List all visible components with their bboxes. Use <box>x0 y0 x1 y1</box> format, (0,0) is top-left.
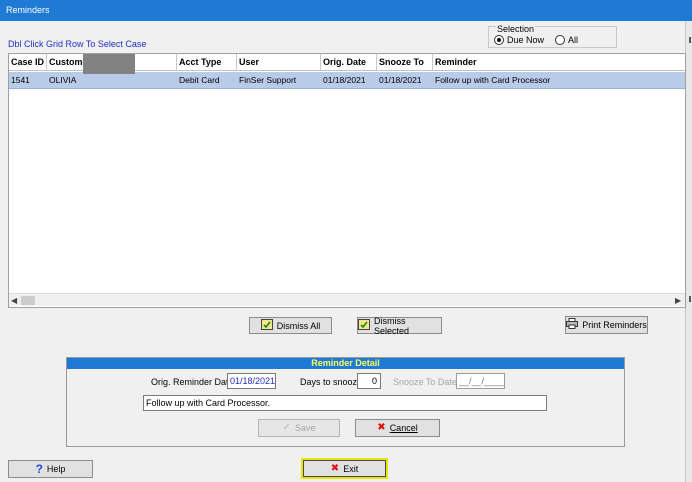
column-header-orig-date[interactable]: Orig. Date <box>321 54 377 71</box>
radio-due-now[interactable]: Due Now <box>494 35 544 45</box>
scroll-right-icon[interactable]: ▶ <box>675 296 681 305</box>
print-reminders-button[interactable]: Print Reminders <box>565 316 648 334</box>
exit-label: Exit <box>343 463 359 474</box>
cell-user: FinSer Support <box>239 75 297 85</box>
snooze-to-date-label: Snooze To Date <box>393 377 457 387</box>
column-header-user[interactable]: User <box>237 54 321 71</box>
redaction-block <box>83 54 135 74</box>
save-label: Save <box>294 423 316 433</box>
days-to-snooze-label: Days to snooze <box>300 377 363 387</box>
table-row[interactable]: 1541 OLIVIA Debit Card FinSer Support 01… <box>9 72 685 89</box>
scroll-left-icon[interactable]: ◀ <box>11 296 17 305</box>
horizontal-scrollbar[interactable]: ◀ ▶ <box>9 293 685 306</box>
radio-due-now-label: Due Now <box>507 35 545 45</box>
dismiss-icon <box>260 318 273 333</box>
dismiss-icon <box>358 318 370 333</box>
snooze-to-date-field[interactable]: __/__/____ <box>456 373 505 389</box>
radio-all-label: All <box>568 35 579 45</box>
orig-reminder-date-label: Orig. Reminder Date <box>151 377 234 387</box>
selection-title: Selection <box>496 24 536 34</box>
edge-mark <box>689 296 691 302</box>
save-button[interactable]: ✓ Save <box>258 419 340 437</box>
dismiss-selected-label: Dismiss Selected <box>374 315 410 336</box>
cell-customer: OLIVIA <box>49 75 77 85</box>
column-header-reminder[interactable]: Reminder <box>433 54 685 71</box>
exit-x-icon: ✖ <box>330 462 340 474</box>
print-reminders-label: Print Reminders <box>582 320 647 330</box>
column-header-snooze-to[interactable]: Snooze To <box>377 54 433 71</box>
window-right-edge <box>685 21 692 482</box>
cancel-x-icon: ✖ <box>377 422 386 433</box>
scroll-thumb[interactable] <box>21 296 35 305</box>
cell-snooze-to: 01/18/2021 <box>379 75 422 85</box>
column-header-case-id[interactable]: Case ID <box>9 54 47 71</box>
help-label: Help <box>46 464 66 474</box>
exit-button[interactable]: ✖ Exit <box>301 458 388 479</box>
radio-all[interactable]: All <box>555 35 578 45</box>
radio-on-icon <box>494 35 504 45</box>
column-header-acct-type[interactable]: Acct Type <box>177 54 237 71</box>
cell-orig-date: 01/18/2021 <box>323 75 366 85</box>
window-title: Reminders <box>0 0 692 21</box>
cancel-button[interactable]: ✖ Cancel <box>355 419 440 437</box>
checkmark-icon: ✓ <box>282 422 291 433</box>
cell-case-id: 1541 <box>11 75 30 85</box>
help-button[interactable]: ? Help <box>8 460 93 478</box>
dismiss-all-button[interactable]: Dismiss All <box>249 317 332 334</box>
reminder-detail-header: Reminder Detail <box>67 358 624 369</box>
days-to-snooze-field[interactable]: 0 <box>357 373 381 389</box>
help-question-icon: ? <box>35 462 43 476</box>
grid-hint: Dbl Click Grid Row To Select Case <box>8 39 147 49</box>
edge-mark <box>689 37 691 43</box>
printer-icon <box>566 318 579 332</box>
reminder-note-field[interactable]: Follow up with Card Processor. <box>143 395 547 411</box>
cell-reminder: Follow up with Card Processor <box>435 75 551 85</box>
orig-reminder-date-field[interactable]: 01/18/2021 <box>227 373 276 389</box>
cancel-label: Cancel <box>389 423 418 433</box>
dismiss-selected-button[interactable]: Dismiss Selected <box>357 315 442 336</box>
radio-off-icon <box>555 35 565 45</box>
cell-acct-type: Debit Card <box>179 75 220 85</box>
reminders-window: Reminders Dbl Click Grid Row To Select C… <box>0 0 692 482</box>
dismiss-all-label: Dismiss All <box>276 320 321 331</box>
reminders-grid[interactable]: Case ID Customer Acct Type User Orig. Da… <box>8 53 686 308</box>
